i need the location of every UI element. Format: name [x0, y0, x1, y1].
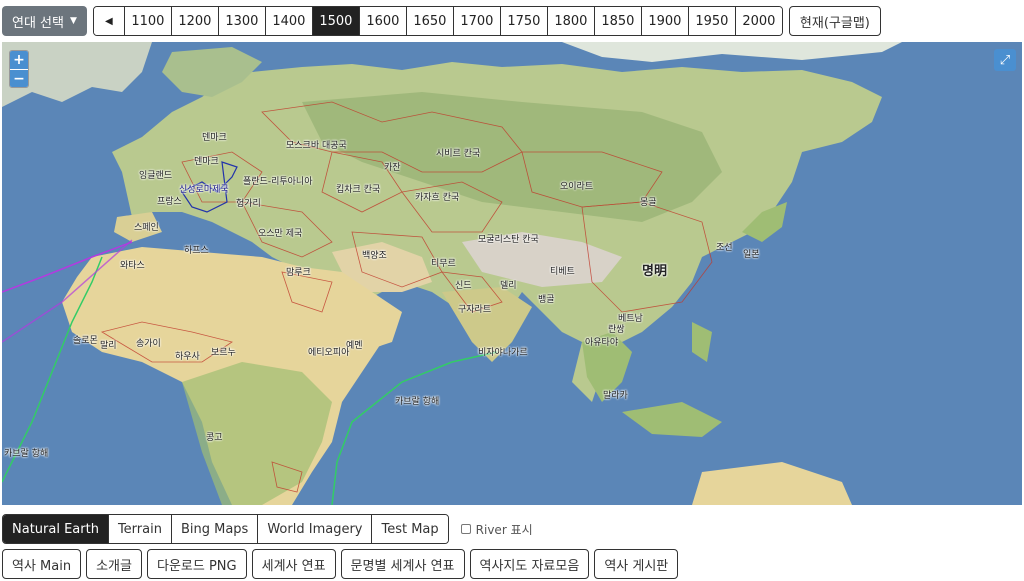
year-button-1300[interactable]: 1300 — [217, 7, 265, 35]
basemap-natural-earth[interactable]: Natural Earth — [3, 515, 108, 543]
footer-link-button[interactable]: 소개글 — [86, 549, 142, 579]
map-label: 폴란드-리투아니아 — [243, 177, 313, 187]
era-select-button[interactable]: 연대 선택 ▼ — [2, 6, 87, 36]
footer-link-button[interactable]: 역사 게시판 — [594, 549, 679, 579]
year-button-1500[interactable]: 1500 — [311, 7, 359, 35]
map-label: 카브랄 항해 — [395, 397, 440, 407]
map-label: 맘루크 — [286, 268, 311, 278]
map-label: 티무르 — [431, 259, 456, 269]
footer-link-button[interactable]: 세계사 연표 — [251, 549, 336, 579]
caret-down-icon: ▼ — [69, 16, 77, 26]
prev-year-button[interactable]: ◀ — [93, 7, 124, 35]
map-label: 신성로마제국 — [179, 185, 229, 195]
fullscreen-icon[interactable]: ⤢ — [994, 49, 1016, 71]
map-label: 말리 — [100, 341, 117, 351]
map-label: 카잔 — [384, 163, 401, 173]
basemap-test-map[interactable]: Test Map — [371, 515, 448, 543]
current-google-map-button[interactable]: 현재(구글맵) — [788, 6, 881, 36]
map-label: 조선 — [716, 243, 733, 253]
river-toggle-label: River 표시 — [475, 522, 533, 537]
year-button-1950[interactable]: 1950 — [687, 7, 735, 35]
map-label: 일본 — [743, 250, 760, 260]
year-button-1800[interactable]: 1800 — [546, 7, 594, 35]
map-label: 아유타야 — [585, 338, 619, 348]
year-button-group: ◀ 1100 1200 1300 1400 1500 1600 1650 1700 1750 18… — [92, 6, 783, 36]
map-basemap — [2, 42, 902, 505]
map-label: 송가이 — [136, 339, 161, 349]
map-label: 킵차크 칸국 — [336, 185, 381, 195]
map-label: 몽골 — [640, 198, 657, 208]
map-label: 콩고 — [206, 433, 223, 443]
year-button-1100[interactable]: 1100 — [123, 7, 171, 35]
year-button-1200[interactable]: 1200 — [170, 7, 218, 35]
map-label: 에티오피아 — [308, 348, 350, 358]
map-label: 뱅골 — [538, 295, 555, 305]
map-label: 란쌍 — [608, 325, 625, 335]
basemap-button-group: Natural Earth Terrain Bing Maps World Image… — [2, 514, 449, 544]
map-label: 보르누 — [211, 348, 236, 358]
map-label: 모굴리스탄 칸국 — [478, 235, 539, 245]
basemap-terrain[interactable]: Terrain — [107, 515, 171, 543]
map-label: 덴마크 — [194, 157, 219, 167]
map-label: 와타스 — [120, 261, 145, 271]
year-button-1600[interactable]: 1600 — [358, 7, 406, 35]
triangle-left-icon: ◀ — [105, 15, 113, 27]
map-label: 덴마크 — [202, 133, 227, 143]
zoom-out-button[interactable]: − — [10, 69, 28, 87]
map-label: 헝가리 — [236, 199, 261, 209]
map-label: 잉글랜드 — [139, 171, 173, 181]
basemap-bing-maps[interactable]: Bing Maps — [170, 515, 258, 543]
map-label: 카자흐 칸국 — [415, 193, 460, 203]
map-label: 솔로몬 — [73, 336, 98, 346]
footer-link-button[interactable]: 문명별 세계사 연표 — [340, 549, 465, 579]
year-button-1400[interactable]: 1400 — [264, 7, 312, 35]
year-button-1900[interactable]: 1900 — [640, 7, 688, 35]
era-select-label: 연대 선택 — [12, 15, 64, 31]
year-button-1850[interactable]: 1850 — [593, 7, 641, 35]
map-label: 명明 — [642, 264, 667, 279]
history-map[interactable]: 덴마크 덴마크 모스크바 대공국 시비르 칸국 카잔 잉글랜드 폴란드-리투아니아 킵차크 칸… — [2, 42, 1022, 505]
basemap-world-imagery[interactable]: World Imagery — [257, 515, 372, 543]
map-label: 모스크바 대공국 — [286, 141, 347, 151]
map-label: 카브랄 항해 — [4, 449, 49, 459]
year-button-1700[interactable]: 1700 — [452, 7, 500, 35]
basemap-selector: Natural Earth Terrain Bing Maps World Image… — [2, 514, 533, 544]
map-label: 오이라트 — [560, 182, 594, 192]
map-label: 하프스 — [184, 246, 209, 256]
map-label: 말라카 — [603, 391, 628, 401]
map-label: 비자야나가르 — [478, 348, 528, 358]
footer-links: 역사 Main 소개글 다운로드 PNG 세계사 연표 문명별 세계사 연표 역사지도 자… — [2, 549, 683, 579]
year-toolbar: 연대 선택 ▼ ◀ 1100 1200 1300 1400 1500 1600 1650 17… — [2, 6, 881, 36]
river-checkbox[interactable] — [460, 524, 471, 534]
map-label: 시비르 칸국 — [436, 149, 481, 159]
map-label: 프랑스 — [157, 197, 182, 207]
map-label: 신드 — [455, 281, 472, 291]
map-label: 오스만 제국 — [258, 229, 303, 239]
map-label: 티베트 — [550, 267, 575, 277]
map-label: 구자라트 — [458, 305, 492, 315]
map-label: 백양조 — [362, 251, 387, 261]
year-button-1650[interactable]: 1650 — [405, 7, 453, 35]
map-label: 델리 — [500, 281, 517, 291]
map-label: 하우사 — [175, 352, 200, 362]
footer-link-button[interactable]: 다운로드 PNG — [146, 549, 247, 579]
footer-link-button[interactable]: 역사지도 자료모음 — [469, 549, 590, 579]
map-label: 스페인 — [134, 223, 159, 233]
zoom-in-button[interactable]: + — [10, 51, 28, 69]
zoom-control: + − — [9, 50, 29, 88]
year-button-2000[interactable]: 2000 — [734, 7, 782, 35]
year-button-1750[interactable]: 1750 — [499, 7, 547, 35]
river-toggle[interactable]: River 표시 — [460, 521, 533, 538]
footer-link-button[interactable]: 역사 Main — [2, 549, 82, 579]
